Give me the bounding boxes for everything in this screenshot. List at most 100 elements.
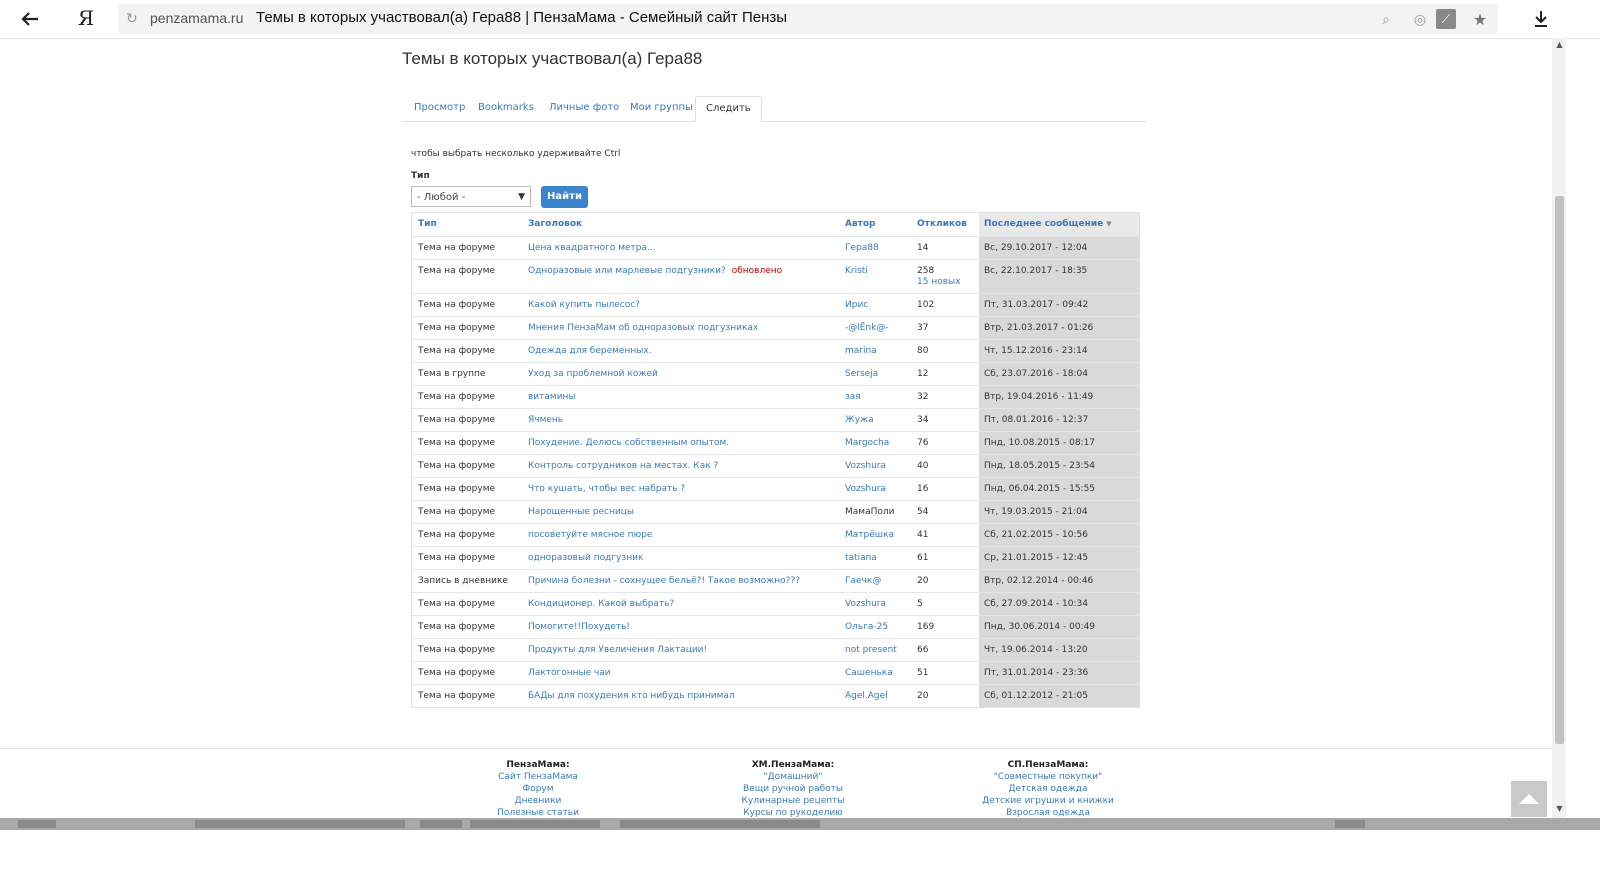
scroll-up-icon[interactable]: ▲ [1555, 40, 1564, 50]
reload-icon[interactable]: ↻ [126, 11, 142, 27]
row-title-link[interactable]: Причина болезни - сохнущее бельё?! Такое… [528, 576, 800, 586]
row-title-link[interactable]: Похудение. Делюсь собственным опытом. [528, 438, 729, 448]
row-author[interactable]: Жужа [845, 409, 874, 431]
row-author[interactable]: Kristi [845, 260, 868, 282]
header-title[interactable]: Заголовок [528, 213, 582, 236]
row-replies: 80 [917, 346, 929, 356]
row-title-link[interactable]: Продукты для Увеличения Лактации! [528, 645, 707, 655]
download-button[interactable] [1530, 8, 1552, 30]
row-type: Тема на форуме [418, 300, 496, 310]
row-author[interactable]: Agel.Agel [845, 685, 888, 707]
protect-icon[interactable]: ◎ [1412, 12, 1428, 28]
row-title-link[interactable]: Одноразовые или марлевые подгузники? [528, 266, 726, 276]
row-title-link[interactable]: посоветуйте мясное пюре [528, 530, 652, 540]
row-author[interactable]: Ирис [845, 294, 868, 316]
row-author[interactable]: tatiana [845, 547, 877, 569]
address-bar[interactable]: ↻ penzamama.ru Темы в которых участвовал… [118, 4, 1498, 34]
row-title-link[interactable]: Одежда для беременных. [528, 346, 652, 356]
footer-link[interactable]: Кулинарные рецепты [673, 795, 913, 807]
row-replies: 40 [917, 461, 929, 471]
row-last-post: Сб, 27.09.2014 - 10:34 [979, 593, 1139, 615]
back-button[interactable] [14, 6, 46, 32]
tab-bookmarks[interactable]: Bookmarks [468, 96, 544, 120]
footer-link[interactable]: Детские игрушки и книжки [928, 795, 1168, 807]
row-title-link[interactable]: Контроль сотрудников на местах. Как ? [528, 461, 718, 471]
tab-view[interactable]: Просмотр [404, 96, 475, 120]
header-author[interactable]: Автор [845, 213, 876, 236]
row-author[interactable]: Сашенька [845, 662, 893, 684]
row-title-link[interactable]: Лактогонные чаи [528, 668, 611, 678]
header-type[interactable]: Тип [418, 213, 437, 236]
row-author[interactable]: marina [845, 340, 877, 362]
row-title-link[interactable]: Ячмень [528, 415, 563, 425]
star-icon[interactable]: ★ [1472, 12, 1488, 28]
row-title-link[interactable]: Помогите!!Похудеть! [528, 622, 630, 632]
row-author[interactable]: Гаечк@ [845, 570, 881, 592]
row-last-post: Чт, 19.06.2014 - 13:20 [979, 639, 1139, 661]
row-author[interactable]: Ольга-25 [845, 616, 888, 638]
taskbar-item [1335, 820, 1365, 828]
row-replies-cell: 5 [917, 593, 923, 615]
row-author[interactable]: Vozshura [845, 478, 886, 500]
header-last-post[interactable]: Последнее сообщение ▼ [979, 213, 1139, 236]
row-author[interactable]: -@lЁnk@- [845, 317, 889, 339]
row-title-link[interactable]: Мнения ПензаМам об одноразовых подгузник… [528, 323, 758, 333]
row-title-link[interactable]: Какой купить пылесос? [528, 300, 640, 310]
row-title-link[interactable]: Цена квадратного метра... [528, 243, 656, 253]
browser-toolbar: Я ↻ penzamama.ru Темы в которых участвов… [0, 0, 1600, 39]
table-row: Тема на форуме БАДы для похудения кто ниб… [412, 685, 1139, 707]
page-scrollbar[interactable]: ▲ ▼ [1552, 38, 1566, 818]
row-author[interactable]: зая [845, 386, 861, 408]
row-author[interactable]: not present [845, 639, 897, 661]
header-last-post-label: Последнее сообщение [984, 219, 1104, 229]
footer-link[interactable]: Дневники [418, 795, 658, 807]
yandex-logo[interactable]: Я [74, 5, 98, 31]
row-type: Тема в группе [418, 369, 486, 379]
row-replies-cell: 20 [917, 685, 928, 707]
footer-link[interactable]: Детская одежда [928, 783, 1168, 795]
scrollbar-thumb[interactable] [1555, 196, 1564, 744]
row-author[interactable]: Матрёшка [845, 524, 894, 546]
new-replies-link[interactable]: 15 новых [917, 277, 960, 287]
updated-badge: обновлено [731, 266, 783, 276]
footer-link[interactable]: "Домашний" [673, 771, 913, 783]
row-type: Тема на форуме [418, 392, 496, 402]
row-title-link[interactable]: Нарощенные ресницы [528, 507, 634, 517]
broom-icon[interactable]: ⟋ [1436, 9, 1456, 29]
row-last-post: Сб, 21.02.2015 - 10:56 [979, 524, 1139, 546]
find-button[interactable]: Найти [541, 186, 588, 208]
row-last-post: Вс, 29.10.2017 - 12:04 [979, 237, 1139, 259]
row-replies: 102 [917, 300, 935, 310]
row-author[interactable]: Vozshura [845, 593, 886, 615]
tab-my-groups[interactable]: Мои группы [620, 96, 703, 120]
table-row: Тема на форуме Кондиционер. Какой выбрать… [412, 593, 1139, 616]
row-title-link[interactable]: БАДы для похудения кто нибудь принимал [528, 691, 735, 701]
tab-personal-photos[interactable]: Личные фото [539, 96, 629, 120]
row-title-link[interactable]: витамины [528, 392, 576, 402]
row-author[interactable]: Гера88 [845, 237, 879, 259]
row-author[interactable]: Margocha [845, 432, 889, 454]
row-title-link[interactable]: одноразовый подгузник [528, 553, 643, 563]
table-row: Тема на форуме посоветуйте мясное пюре Мат… [412, 524, 1139, 547]
row-replies-cell: 34 [917, 409, 928, 431]
scroll-down-icon[interactable]: ▼ [1555, 804, 1564, 814]
row-author[interactable]: Vozshura [845, 455, 886, 477]
search-icon[interactable]: ⌕ [1378, 12, 1394, 28]
row-last-post: Втр, 02.12.2014 - 00:46 [979, 570, 1139, 592]
table-row: Тема на форуме Лактогонные чаи Сашенька 51 П… [412, 662, 1139, 685]
tab-follow[interactable]: Следить [695, 96, 762, 122]
table-row: Тема на форуме Продукты для Увеличения Ла… [412, 639, 1139, 662]
row-type: Тема на форуме [418, 438, 496, 448]
footer-link[interactable]: Сайт ПензаМама [418, 771, 658, 783]
footer-link[interactable]: Форум [418, 783, 658, 795]
footer-link[interactable]: "Совместные покупки" [928, 771, 1168, 783]
footer-link[interactable]: Вещи ручной работы [673, 783, 913, 795]
header-replies[interactable]: Откликов [917, 213, 967, 236]
row-title-link[interactable]: Уход за проблемной кожей [528, 369, 658, 379]
scroll-to-top-button[interactable] [1511, 781, 1547, 817]
row-author[interactable]: Serseja [845, 363, 878, 385]
row-replies: 76 [917, 438, 929, 448]
row-title-link[interactable]: Что кушать, чтобы вес набрать ? [528, 484, 685, 494]
type-select[interactable]: - Любой - ▼ [411, 186, 531, 207]
row-title-link[interactable]: Кондиционер. Какой выбрать? [528, 599, 674, 609]
